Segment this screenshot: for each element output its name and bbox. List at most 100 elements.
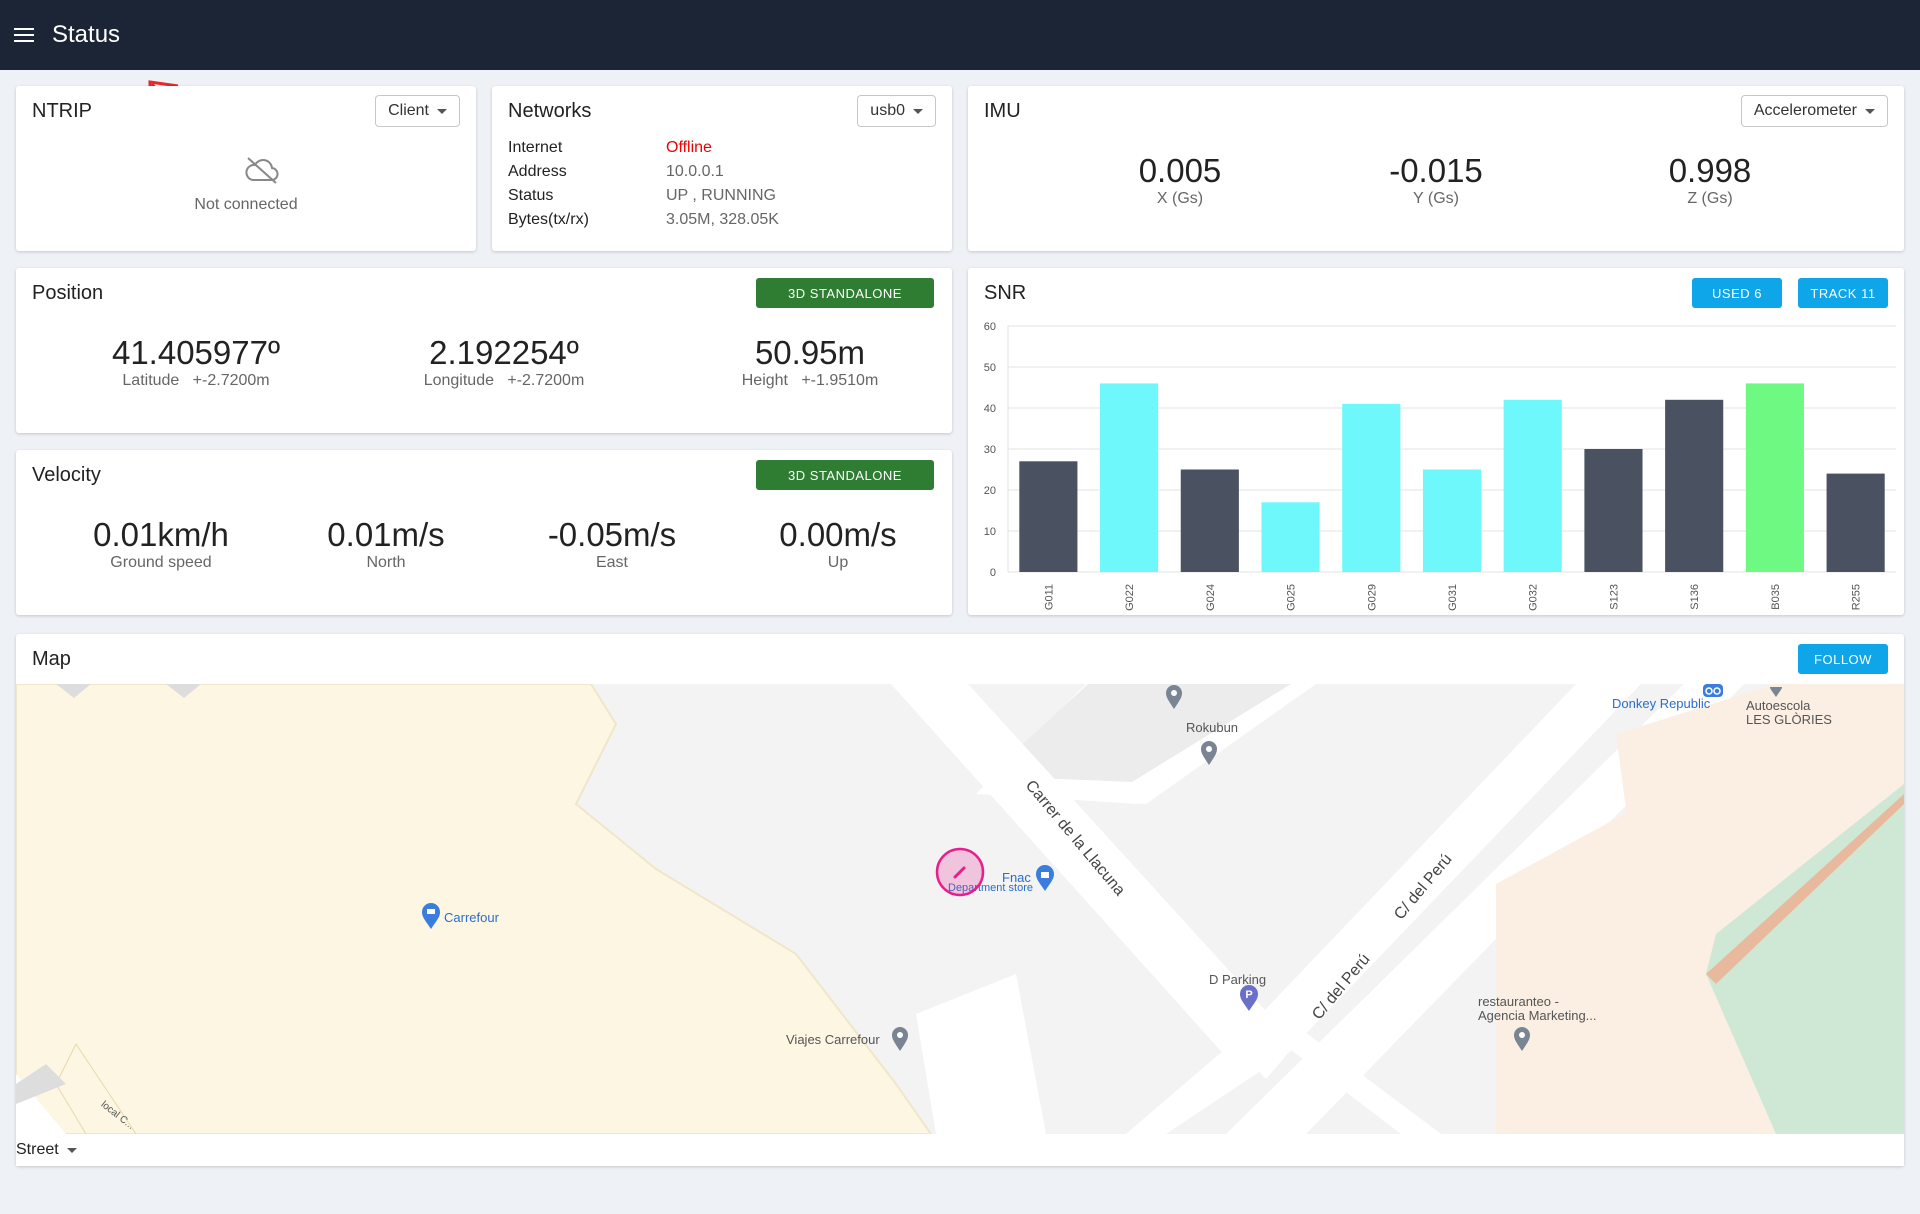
snr-y-tick-label: 30 — [984, 444, 996, 456]
used-satellites-button[interactable]: USED 6 — [1692, 278, 1782, 308]
autoescola-label: Autoescola — [1746, 698, 1811, 713]
snr-card: SNR USED 6 TRACK 11 0 10 20 30 40 50 60 G011 G02… — [968, 268, 1904, 615]
snr-bar — [1422, 469, 1482, 572]
snr-title: SNR — [984, 282, 1027, 304]
snr-bar — [1665, 399, 1724, 572]
map-pin-icon — [1514, 1027, 1530, 1051]
shopping-bag-icon — [1036, 865, 1054, 891]
latitude-stat: 41.405977º Latitude +-2.7200m — [76, 334, 316, 390]
snr-bar — [1100, 383, 1159, 572]
row-key: Bytes(tx/rx) — [508, 211, 589, 228]
ntrip-card: NTRIP Client Not connected — [16, 86, 476, 251]
ntrip-mode-value: Client — [388, 102, 429, 119]
tracked-satellites-button[interactable]: TRACK 11 — [1798, 278, 1888, 308]
ntrip-title: NTRIP — [32, 100, 92, 122]
ntrip-mode-select[interactable]: Client — [375, 95, 460, 127]
snr-x-tick-label: G011 — [1043, 584, 1055, 610]
height-stat: 50.95m Height +-1.9510m — [690, 334, 930, 390]
map-title: Map — [32, 648, 71, 670]
snr-x-tick-label: S123 — [1608, 584, 1620, 610]
velocity-card: Velocity 3D STANDALONE 0.01km/h Ground s… — [16, 450, 952, 615]
menu-icon[interactable] — [14, 28, 34, 42]
shopping-cart-icon — [422, 903, 440, 929]
position-card: Position 3D STANDALONE 41.405977º Latitu… — [16, 268, 952, 433]
network-row-status: Status UP , RUNNING — [508, 184, 779, 208]
east-stat: -0.05m/s East — [492, 516, 732, 572]
top-app-bar: Status — [0, 0, 1920, 70]
velocity-title: Velocity — [32, 464, 101, 486]
network-interface-value: usb0 — [870, 102, 905, 119]
row-key: Status — [508, 187, 554, 204]
chevron-down-icon — [1865, 108, 1875, 114]
snr-x-tick-label: S136 — [1689, 584, 1701, 610]
map-pin-icon — [1166, 685, 1182, 709]
east-value: -0.05m/s — [547, 516, 677, 553]
network-interface-select[interactable]: usb0 — [857, 95, 936, 127]
imu-y-label: Y (Gs) — [1413, 190, 1459, 207]
snr-bar — [1745, 383, 1804, 572]
map-view[interactable]: Rokubun Donkey Republic Autoescola LES G… — [16, 684, 1904, 1134]
imu-x-value: 0.005 — [1138, 152, 1222, 189]
restaurant-label: restauranteo - — [1478, 994, 1559, 1009]
networks-card: Networks usb0 Internet Offline Address 1… — [492, 86, 952, 251]
network-info-list: Internet Offline Address 10.0.0.1 Status… — [508, 136, 779, 232]
snr-y-tick-label: 20 — [984, 485, 996, 497]
network-row-bytes: Bytes(tx/rx) 3.05M, 328.05K — [508, 208, 779, 232]
snr-bar — [1503, 399, 1562, 572]
viajes-carrefour-label: Viajes Carrefour — [786, 1032, 880, 1047]
imu-card: IMU Accelerometer 0.005 X (Gs) -0.015 Y … — [968, 86, 1904, 251]
follow-button[interactable]: FOLLOW — [1798, 644, 1888, 674]
imu-y: -0.015 Y (Gs) — [1316, 152, 1556, 208]
map-layer-select[interactable]: Street — [16, 1141, 77, 1159]
imu-x: 0.005 X (Gs) — [1060, 152, 1300, 208]
imu-z: 0.998 Z (Gs) — [1590, 152, 1830, 208]
east-label: East — [595, 554, 628, 571]
cloud-off-icon — [245, 157, 279, 184]
imu-z-value: 0.998 — [1668, 152, 1752, 189]
chevron-down-icon — [66, 1147, 77, 1153]
ground-speed-label: Ground speed — [110, 554, 212, 571]
north-value: 0.01m/s — [327, 516, 445, 553]
velocity-fix-badge: 3D STANDALONE — [756, 460, 934, 490]
imu-sensor-value: Accelerometer — [1753, 102, 1857, 119]
donkey-republic-label: Donkey Republic — [1612, 696, 1711, 711]
network-row-address: Address 10.0.0.1 — [508, 160, 779, 184]
row-value: UP , RUNNING — [666, 187, 776, 204]
longitude-value: 2.192254º — [429, 334, 579, 371]
snr-bar — [1019, 461, 1078, 572]
map-pin-icon — [1201, 741, 1217, 765]
row-value: 10.0.0.1 — [666, 163, 724, 180]
snr-bar — [1261, 502, 1320, 572]
row-key: Internet — [508, 139, 563, 156]
snr-x-tick-label: G025 — [1286, 584, 1298, 611]
networks-title: Networks — [508, 100, 592, 122]
rokubun-label: Rokubun — [1186, 720, 1239, 735]
imu-sensor-select[interactable]: Accelerometer — [1740, 95, 1888, 127]
carrefour-label: Carrefour — [444, 910, 499, 925]
latitude-accuracy: +-2.7200m — [192, 372, 270, 389]
longitude-label: Longitude — [423, 372, 494, 389]
snr-x-tick-label: G031 — [1447, 584, 1459, 611]
snr-y-tick-label: 60 — [984, 321, 996, 333]
snr-y-tick-label: 50 — [984, 362, 996, 374]
map-layer-value: Street — [16, 1141, 59, 1158]
height-accuracy: +-1.9510m — [801, 372, 879, 389]
map-pin-icon — [892, 1027, 908, 1051]
imu-title: IMU — [984, 100, 1021, 122]
snr-y-tick-label: 10 — [984, 526, 996, 538]
internet-status-value: Offline — [666, 139, 712, 156]
latitude-label: Latitude — [122, 372, 180, 389]
snr-bar — [1180, 469, 1239, 572]
imu-y-value: -0.015 — [1389, 152, 1483, 189]
snr-x-tick-label: R255 — [1851, 584, 1863, 610]
north-stat: 0.01m/s North — [266, 516, 506, 572]
position-title: Position — [32, 282, 104, 304]
map-layer-bar: Street — [16, 1134, 1904, 1166]
map-card: Map FOLLOW Rokubun Donkey Republic Autoe… — [16, 634, 1904, 1166]
snr-bar-chart: 0 10 20 30 40 50 60 G011 G022 G024 G025 G029 G031 G03… — [984, 321, 1896, 611]
snr-bar — [1826, 473, 1885, 572]
north-label: North — [366, 554, 406, 571]
snr-x-tick-label: B035 — [1770, 584, 1782, 610]
snr-x-tick-label: G024 — [1205, 584, 1217, 611]
chevron-down-icon — [913, 108, 923, 114]
